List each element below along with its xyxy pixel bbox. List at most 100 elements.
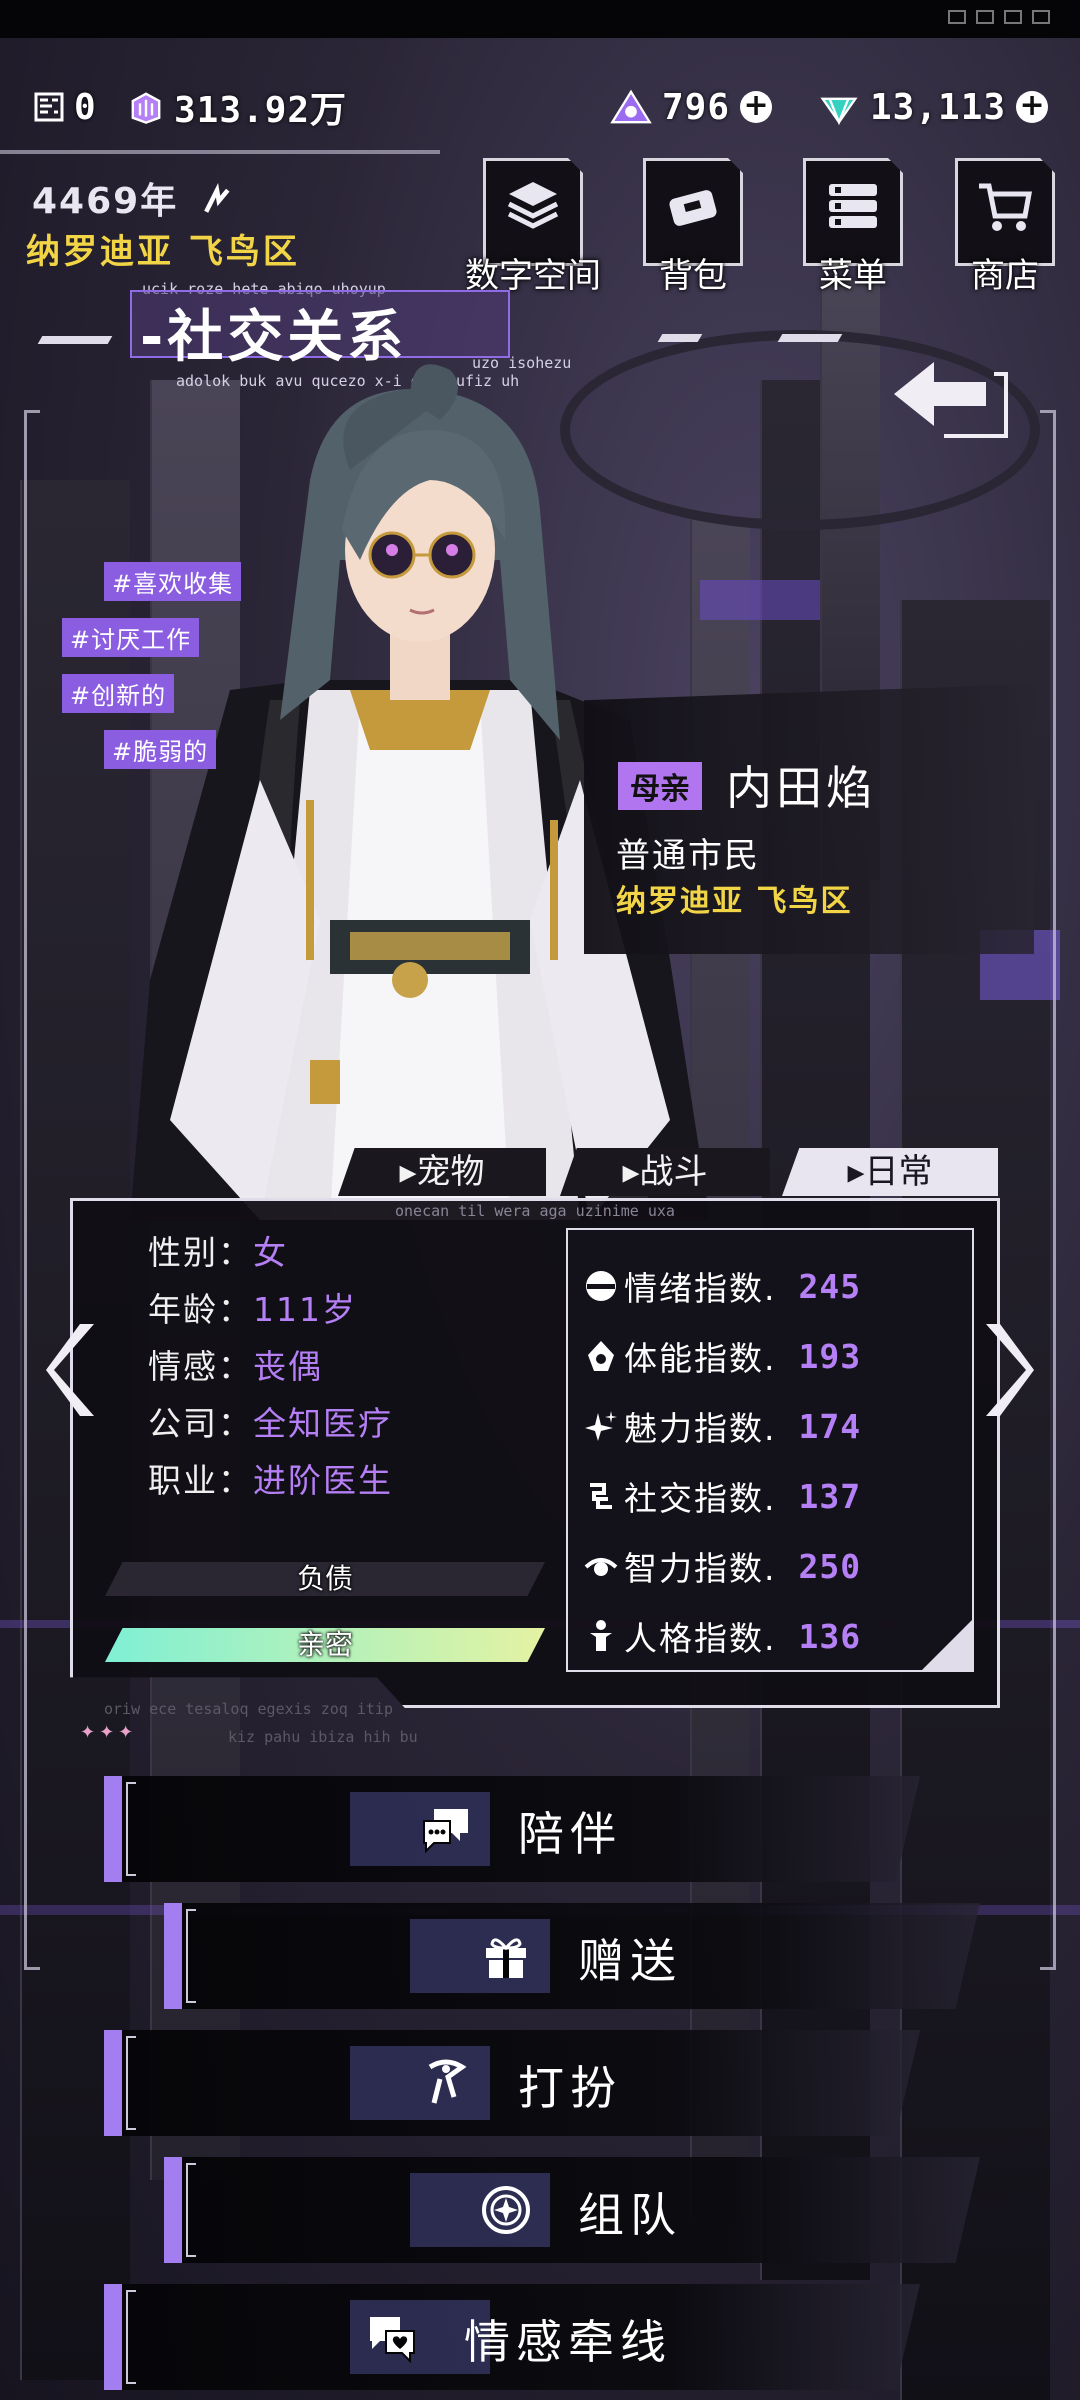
- panel-frame-right: [1040, 410, 1056, 1970]
- tab-arrow-icon: ▸: [399, 1152, 417, 1192]
- previous-chevron-button[interactable]: [44, 1320, 104, 1420]
- stat-value: 245: [798, 1266, 862, 1306]
- hanger-icon: [428, 2059, 467, 2104]
- year-display: 4469年: [32, 172, 235, 224]
- stat-value: 137: [798, 1476, 862, 1516]
- dress-up-button[interactable]: 打扮: [104, 2030, 920, 2136]
- add-gem-button[interactable]: +: [1016, 91, 1049, 123]
- digital-space-button[interactable]: 数字空间: [465, 158, 601, 296]
- stat-value: 250: [798, 1546, 862, 1586]
- social-icon: [590, 1483, 612, 1509]
- energy-value: 796: [662, 86, 731, 128]
- info-key: 性别：: [148, 1233, 253, 1272]
- team-label: 组队: [578, 2188, 682, 2242]
- trait-tag: #喜欢收集: [104, 562, 242, 601]
- info-value: 111岁: [253, 1290, 357, 1329]
- tab-battle[interactable]: ▸战斗: [560, 1148, 770, 1196]
- trait-tag: #脆弱的: [104, 730, 217, 769]
- trait-tag: #讨厌工作: [62, 618, 200, 657]
- info-key: 职业：: [148, 1461, 253, 1500]
- tab-pet[interactable]: ▸宠物: [338, 1148, 546, 1196]
- button-stripe: [104, 2030, 122, 2136]
- stats-panel: 情绪指数. 245 体能指数. 193 魅力指数. 174 社交指数. 137 智力指数…: [566, 1228, 974, 1672]
- stat-stamina: 体能指数. 193: [588, 1332, 862, 1380]
- status-icon: [1032, 10, 1050, 24]
- debt-bar: 负债: [105, 1562, 545, 1596]
- stat-charm: 魅力指数. 174: [585, 1402, 861, 1450]
- intellect-icon: [584, 1558, 618, 1576]
- button-bracket: [126, 2036, 136, 2130]
- panel-footer-text: oriw ece tesaloq egexis zoq itip: [104, 1700, 393, 1718]
- info-age: 年龄：111岁: [148, 1283, 357, 1331]
- accompany-label: 陪伴: [518, 1807, 622, 1861]
- tab-arrow-icon: ▸: [847, 1152, 865, 1192]
- tab-daily[interactable]: ▸日常: [782, 1148, 998, 1196]
- tab-battle-label: 战斗: [639, 1152, 708, 1192]
- debt-label: 负债: [296, 1562, 353, 1595]
- chip-icon: [34, 92, 64, 122]
- team-button[interactable]: 组队: [164, 2157, 980, 2263]
- stat-label: 情绪指数.: [624, 1269, 777, 1308]
- list-icon: [829, 184, 877, 228]
- stat-personality: 人格指数. 136: [590, 1612, 862, 1660]
- info-key: 年龄：: [148, 1290, 253, 1329]
- menu-button[interactable]: 菜单: [798, 158, 908, 296]
- current-location: 纳罗迪亚 飞鸟区: [26, 232, 300, 272]
- accompany-button[interactable]: 陪伴: [104, 1776, 920, 1882]
- status-indicators: [948, 10, 1050, 24]
- stat-label: 人格指数.: [624, 1619, 777, 1658]
- info-key: 公司：: [148, 1404, 253, 1443]
- add-energy-button[interactable]: +: [740, 91, 773, 123]
- gem-value: 13,113: [870, 86, 1007, 128]
- info-value: 女: [253, 1233, 288, 1272]
- gem-icon: [820, 97, 858, 125]
- info-company: 公司：全知医疗: [148, 1397, 393, 1445]
- button-bracket: [126, 1782, 136, 1876]
- deco-bar: [777, 334, 843, 342]
- layers-icon: [507, 182, 559, 229]
- panel-frame-left: [24, 410, 40, 1970]
- trait-tag: #创新的: [62, 674, 175, 713]
- character-location: 纳罗迪亚 飞鸟区: [616, 884, 853, 919]
- deco-bar: [37, 336, 113, 344]
- currency-icon: [131, 92, 161, 124]
- button-backdrop: [164, 1903, 980, 2009]
- stamina-icon: [588, 1341, 614, 1371]
- system-status-bar: [0, 0, 1080, 38]
- tab-pet-label: 宠物: [416, 1152, 485, 1192]
- stat-label: 体能指数.: [624, 1339, 777, 1378]
- personality-icon: [590, 1620, 612, 1651]
- stat-label: 智力指数.: [624, 1549, 777, 1588]
- button-stripe: [164, 2157, 182, 2263]
- tab-caption: onecan til wera aga uzinime uxa: [395, 1202, 675, 1220]
- back-arrow-button[interactable]: [890, 352, 1010, 442]
- info-job: 职业：进阶医生: [148, 1454, 393, 1502]
- stat-value: 136: [798, 1616, 862, 1656]
- mood-icon: [586, 1271, 616, 1301]
- next-chevron-button[interactable]: [976, 1320, 1036, 1420]
- info-emotion: 情感：丧偶: [148, 1340, 323, 1388]
- stat-intellect: 智力指数. 250: [584, 1542, 862, 1590]
- panel-footer-text: kiz pahu ibiza hih bu: [228, 1728, 418, 1746]
- matchmaking-button[interactable]: 情感牵线: [104, 2284, 920, 2390]
- backpack-button[interactable]: 背包: [638, 158, 748, 296]
- button-stripe: [104, 2284, 122, 2390]
- shop-label: 商店: [971, 256, 1039, 296]
- chat-icon: [423, 1809, 468, 1854]
- status-icon: [1004, 10, 1022, 24]
- matchmaking-label: 情感牵线: [464, 2315, 672, 2369]
- status-icon: [948, 10, 966, 24]
- stat-value: 193: [798, 1336, 862, 1376]
- stat-social: 社交指数. 137: [590, 1472, 862, 1520]
- sparkle-icon: ✦✦✦: [80, 1722, 138, 1743]
- shop-button[interactable]: 商店: [950, 158, 1060, 296]
- currency-value: 313.92万: [174, 90, 348, 131]
- gift-button[interactable]: 赠送: [164, 1903, 980, 2009]
- button-bracket: [126, 2290, 136, 2384]
- energy-counter: 796 +: [610, 82, 773, 132]
- info-value: 全知医疗: [253, 1404, 393, 1443]
- button-backdrop: [104, 2030, 920, 2136]
- tab-arrow-icon: ▸: [622, 1152, 640, 1192]
- tab-daily-label: 日常: [864, 1152, 933, 1192]
- info-gender: 性别：女: [148, 1226, 288, 1274]
